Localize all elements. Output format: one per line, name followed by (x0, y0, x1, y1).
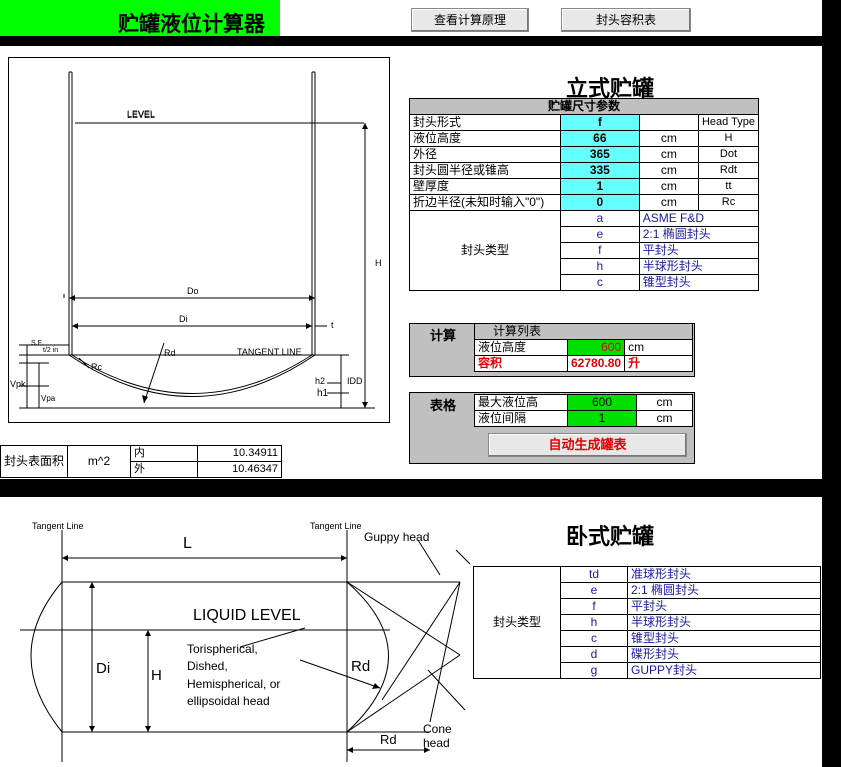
diag-Di: Di (179, 314, 188, 324)
max-level-input[interactable]: 600 (567, 394, 637, 411)
h-note-2: Dished, (187, 659, 228, 673)
diag-level: LEVEL (127, 109, 156, 119)
h-guppy: Guppy head (364, 530, 430, 544)
calc-table: 计算列表 液位高度 600 cm 容积 62780.80 升 (474, 323, 693, 372)
volume-value: 62780.80 (566, 355, 626, 372)
h-tangent-left: Tangent Line (32, 521, 84, 531)
diag-Do: Do (187, 286, 199, 296)
surface-label: 封头表面积 (0, 445, 69, 478)
top-divider (0, 36, 841, 46)
calc-label: 计算 (430, 328, 457, 343)
wall-thickness-input[interactable]: 1 (559, 178, 640, 195)
h-Rd: Rd (351, 658, 371, 675)
horizontal-heading: 卧式贮罐 (566, 524, 655, 550)
interval-input[interactable]: 1 (567, 410, 637, 427)
h-note-4: ellipsoidal head (187, 694, 270, 708)
right-edge (822, 0, 841, 767)
surface-table: 封头表面积 m^2 内 10.34911 外 10.46347 (0, 445, 282, 478)
diag-Vpa: Vpa (41, 394, 56, 403)
h-note-3: Hemispherical, or (187, 677, 281, 691)
h-liquid: LIQUID LEVEL (193, 607, 301, 624)
calc-level-input[interactable]: 600 (566, 339, 626, 356)
params-title: 贮罐尺寸参数 (409, 98, 759, 115)
diag-t2: t/2 in (43, 347, 59, 354)
param-row: 外径 365 cm Dot (409, 146, 760, 163)
diag-IDD: IDD (347, 376, 363, 386)
diag-h1: h1 (317, 388, 329, 399)
head-volume-table-button[interactable]: 封头容积表 (561, 8, 691, 32)
diag-tangent: TANGENT LINE (237, 347, 302, 357)
h-cone: Cone head (423, 722, 452, 750)
outer-diameter-input[interactable]: 365 (559, 146, 640, 163)
table-settings: 最大液位高 600 cm 液位间隔 1 cm (474, 394, 693, 427)
param-row: 折边半径(未知时输入"0") 0 cm Rc (409, 194, 760, 211)
param-row: 液位高度 66 cm H (409, 130, 760, 147)
app-title: 贮罐液位计算器 (118, 12, 265, 36)
middle-divider (0, 479, 841, 497)
h-L: L (183, 535, 192, 552)
h-tangent-right: Tangent Line (310, 521, 362, 531)
diag-t: t (331, 320, 334, 330)
h-H: H (151, 667, 162, 684)
level-height-input[interactable]: 66 (559, 130, 640, 147)
param-row: 封头圆半径或锥高 335 cm Rdt (409, 162, 760, 179)
vertical-tank-diagram: LEVEL LEVEL H Do Di t Rd TANGENT LINE Rc… (8, 57, 390, 423)
volume-label: 容积 (474, 355, 568, 372)
h-Rd2: Rd (380, 732, 397, 747)
h-head-types-label: 封头类型 (473, 566, 561, 679)
head-radius-input[interactable]: 335 (559, 162, 640, 179)
view-principle-button[interactable]: 查看计算原理 (411, 8, 529, 32)
diag-Vpk: Vpk (10, 379, 26, 389)
param-row: 壁厚度 1 cm tt (409, 178, 760, 195)
param-label: 封头形式 (409, 114, 561, 131)
h-note-1: Torispherical, (187, 642, 258, 656)
head-type-input[interactable]: f (559, 114, 640, 131)
generate-table-button[interactable]: 自动生成罐表 (488, 433, 687, 457)
horizontal-head-types: 封头类型 td 准球形封头 e 2:1 椭圆封头 f 平封头 h 半球形封头 c 锥型封… (473, 566, 821, 679)
diag-Rc: Rc (91, 362, 102, 372)
head-types-label: 封头类型 (409, 210, 561, 291)
surface-outer: 10.46347 (197, 461, 282, 478)
horizontal-tank-diagram: Tangent Line Tangent Line L LIQUID LEVEL… (0, 510, 470, 765)
calc-list-title: 计算列表 (474, 323, 693, 340)
params-table: 贮罐尺寸参数 封头形式 f Head Type 液位高度 66 cm H 外径 … (409, 98, 760, 291)
diag-h2: h2 (315, 376, 326, 386)
table-label: 表格 (430, 398, 457, 413)
diag-sf: S.F. (31, 340, 44, 347)
surface-inner: 10.34911 (197, 445, 282, 462)
h-Di: Di (96, 660, 111, 677)
param-row: 封头形式 f Head Type (409, 114, 760, 131)
diag-H: H (375, 258, 382, 268)
diag-Rd: Rd (164, 348, 176, 358)
knuckle-radius-input[interactable]: 0 (559, 194, 640, 211)
